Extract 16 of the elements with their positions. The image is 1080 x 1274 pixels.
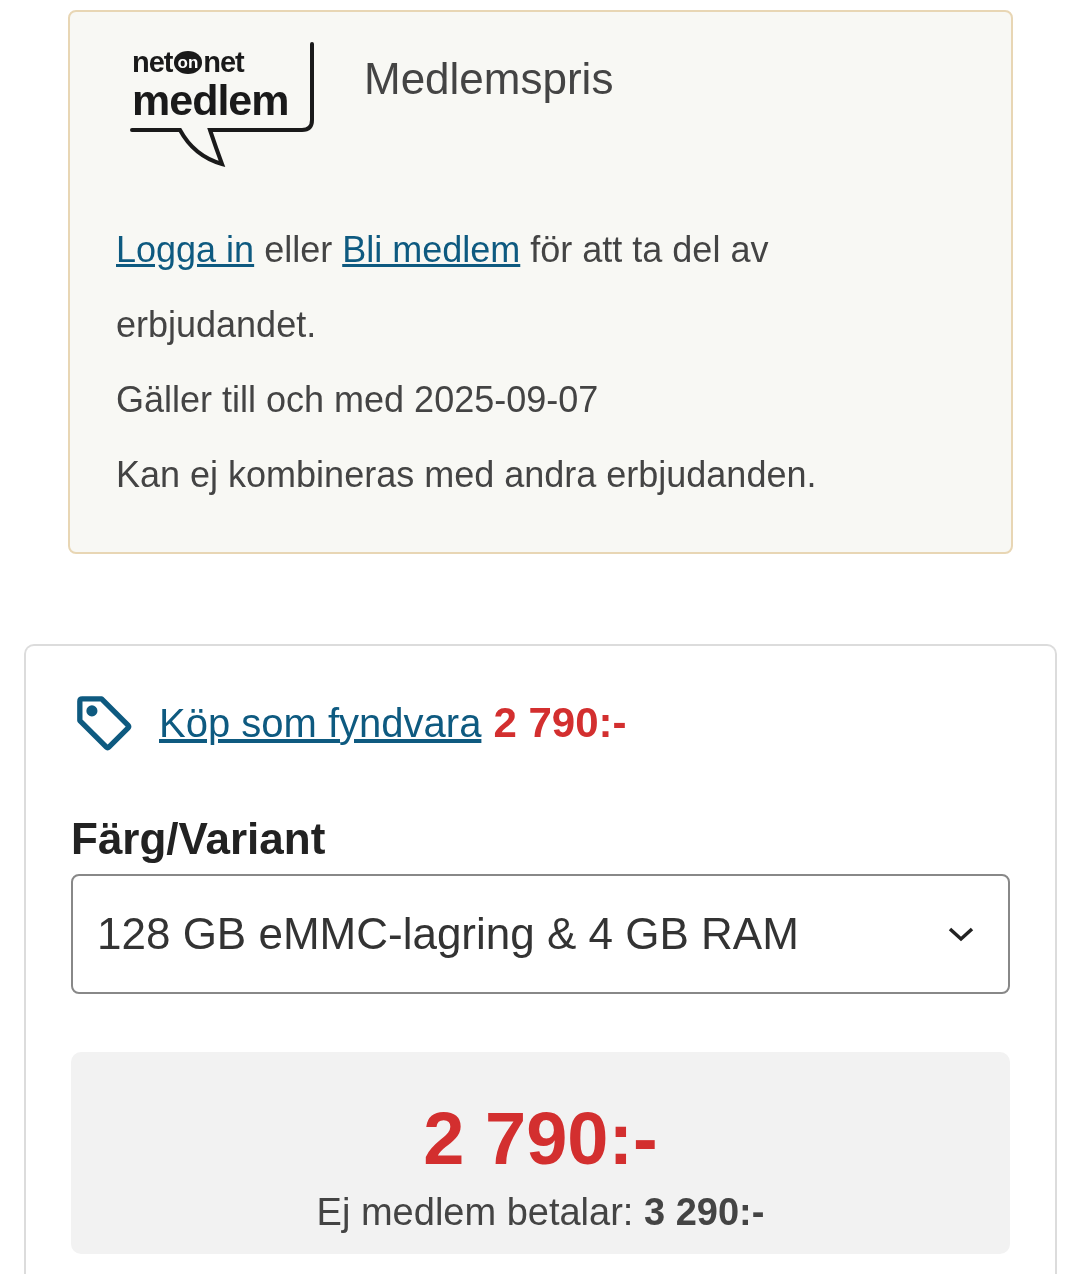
non-member-price: Ej medlem betalar: 3 290:- (316, 1191, 765, 1234)
outlet-price: 2 790:- (493, 699, 627, 747)
offer-link[interactable]: Logga in (116, 229, 255, 270)
offer-link[interactable]: Bli medlem (342, 229, 521, 270)
offer-text: Logga in eller Bli medlem för att ta del av erbjudandet. (116, 228, 770, 347)
speech-bubble-icon (130, 40, 314, 168)
tag-icon (75, 694, 133, 752)
validity-text: Gäller till och med 2025-09-07 (116, 378, 600, 422)
note-text: Kan ej kombineras med andra erbjudanden. (116, 453, 818, 497)
card-title: Medlemspris (364, 54, 614, 104)
logo-brand: net on net (132, 48, 246, 77)
variant-label: Färg/Variant (71, 814, 327, 864)
variant-select[interactable]: 128 GB eMMC-lagring & 4 GB RAM (71, 874, 1010, 994)
member-price: 2 790:- (423, 1096, 658, 1181)
logo-word: medlem (132, 77, 290, 125)
outlet-link[interactable]: Köp som fyndvara (159, 700, 482, 746)
